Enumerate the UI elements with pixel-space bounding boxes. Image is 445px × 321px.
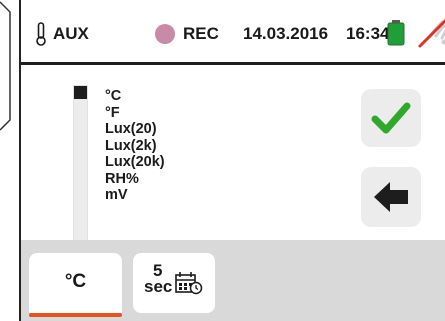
unit-option-mv[interactable]: mV (105, 187, 165, 204)
rec-label: REC (183, 24, 219, 43)
date-display: 14.03.2016 (243, 24, 329, 43)
bottom-tab-bar: °C 5 sec (21, 240, 445, 321)
unit-option-celsius[interactable]: °C (105, 88, 165, 105)
check-icon (371, 102, 411, 134)
calendar-clock-icon (175, 272, 203, 295)
time-display: 16:34 (346, 24, 390, 43)
back-button[interactable] (361, 167, 421, 227)
status-bar: AUX REC 14.03.2016 16:34 (21, 0, 445, 62)
unit-option-lux2k[interactable]: Lux(2k) (105, 138, 165, 155)
tab-unit-celsius[interactable]: °C (29, 253, 122, 313)
active-tab-indicator (29, 313, 122, 317)
unit-option-fahrenheit[interactable]: °F (105, 105, 165, 122)
interval-unit: sec (144, 277, 173, 296)
instrument-screen: AUX REC 14.03.2016 16:34 °C °F Lux(20) L… (19, 0, 445, 321)
unit-option-lux20[interactable]: Lux(20) (105, 121, 165, 138)
record-dot-icon (155, 24, 175, 44)
unit-option-rh[interactable]: RH% (105, 171, 165, 188)
selection-marker (74, 86, 87, 99)
unit-selection-panel: °C °F Lux(20) Lux(2k) Lux(20k) RH% mV (21, 65, 445, 248)
left-edge-bracket (0, 1, 11, 131)
thermometer-probe-icon (36, 22, 46, 46)
back-arrow-icon (374, 182, 408, 212)
unit-scrollbar[interactable] (73, 85, 88, 248)
tab-interval[interactable]: 5 sec (133, 253, 215, 313)
tab-unit-label: °C (64, 271, 87, 292)
mode-label: AUX (53, 24, 89, 43)
battery-icon (387, 20, 405, 46)
confirm-button[interactable] (361, 89, 421, 147)
unit-list: °C °F Lux(20) Lux(2k) Lux(20k) RH% mV (105, 88, 165, 204)
unit-option-lux20k[interactable]: Lux(20k) (105, 154, 165, 171)
wireless-off-icon (418, 18, 445, 48)
